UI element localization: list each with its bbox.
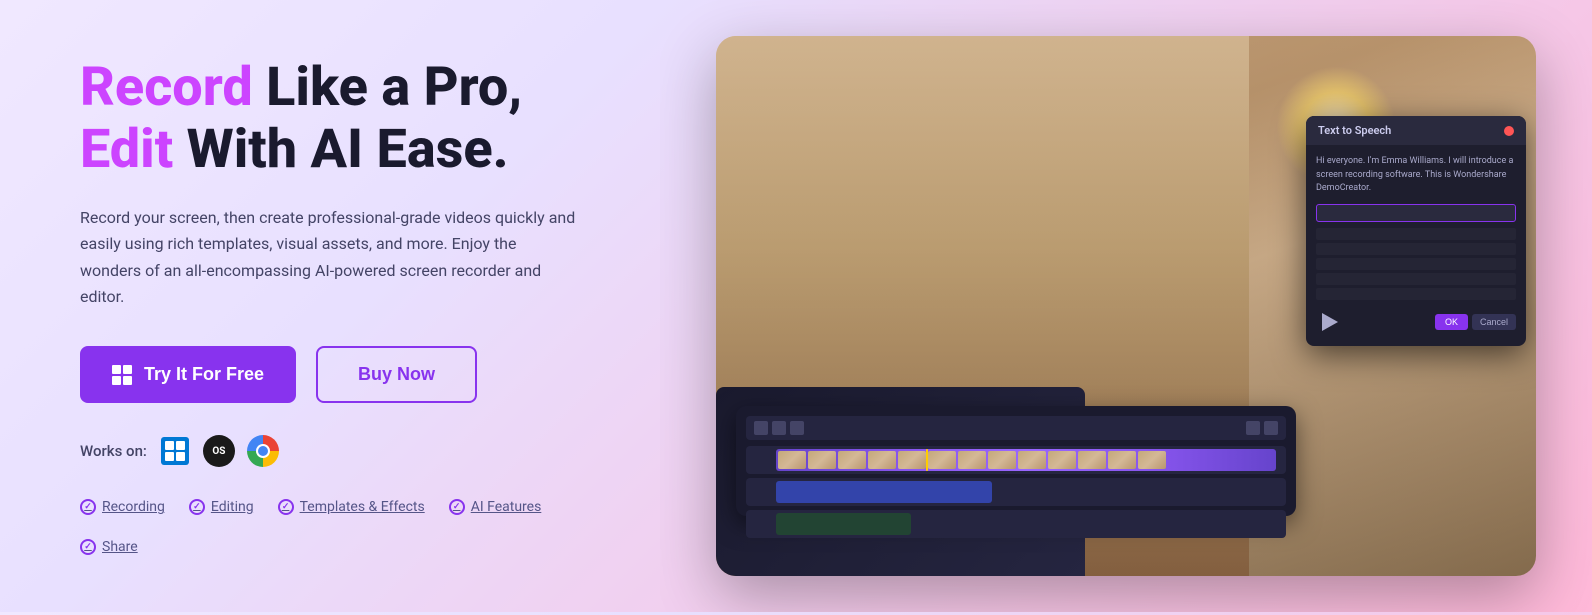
buy-now-label: Buy Now [358,364,435,384]
thumb-3 [838,451,866,469]
check-templates-icon [278,499,294,515]
chrome-os-icon [247,435,279,467]
dialog-text-content: Hi everyone. I'm Emma Williams. I will i… [1316,155,1516,196]
feature-link-editing[interactable]: Editing [189,499,254,515]
dialog-body: Hi everyone. I'm Emma Williams. I will i… [1306,145,1526,346]
try-free-label: Try It For Free [144,364,264,385]
thumb-10 [1048,451,1076,469]
timeline-toolbar [746,416,1286,440]
try-free-button[interactable]: Try It For Free [80,346,296,403]
thumb-13 [1138,451,1166,469]
thumb-6 [928,451,956,469]
headline-part1-rest: Like a Pro, [253,56,523,119]
timeline-tool-1 [754,421,768,435]
dialog-option-2 [1316,243,1516,255]
thumb-2 [808,451,836,469]
timeline-tool-2 [772,421,786,435]
timeline-audio-clip [776,481,992,503]
thumb-12 [1108,451,1136,469]
left-panel: Record Like a Pro, Edit With AI Ease. Re… [0,0,660,615]
timeline-track-3 [746,510,1286,538]
timeline-clip-video [776,449,1276,471]
thumb-4 [868,451,896,469]
feature-link-templates-label: Templates & Effects [300,499,425,515]
thumb-8 [988,451,1016,469]
check-share-icon [80,539,96,555]
timeline-track-2 [746,478,1286,506]
timeline-track-1 [746,446,1286,474]
mac-icon: OS [203,435,235,467]
win-icon [161,437,189,465]
feature-link-recording[interactable]: Recording [80,499,165,515]
windows-os-icon [159,435,191,467]
hero-image: Text to Speech Hi everyone. I'm Emma Wil… [716,36,1536,576]
works-on-section: Works on: OS [80,435,580,467]
dialog-ok-button[interactable]: OK [1435,314,1468,330]
windows-icon [112,365,132,385]
dialog-option-4 [1316,273,1516,285]
dialog-header: Text to Speech [1306,116,1526,145]
dialog-language-select[interactable] [1316,204,1516,222]
feature-link-share[interactable]: Share [80,539,138,555]
dialog-option-3 [1316,258,1516,270]
cta-buttons: Try It For Free Buy Now [80,346,580,403]
headline-part2-rest: With AI Ease. [173,118,508,181]
check-ai-icon [449,499,465,515]
description-text: Record your screen, then create professi… [80,205,580,311]
play-icon [1322,313,1338,331]
timeline-tool-3 [790,421,804,435]
thumb-5 [898,451,926,469]
feature-link-recording-label: Recording [102,499,165,515]
timeline-text-clip [776,513,911,535]
headline-accent-1: Record [80,56,253,119]
dialog-title: Text to Speech [1318,124,1391,137]
feature-link-ai-label: AI Features [471,499,542,515]
works-on-label: Works on: [80,442,147,460]
feature-links: Recording Editing Templates & Effects AI… [80,499,580,555]
chrome-icon [247,435,279,467]
dialog-cancel-button[interactable]: Cancel [1472,314,1516,330]
thumb-7 [958,451,986,469]
buy-now-button[interactable]: Buy Now [316,346,477,403]
check-editing-icon [189,499,205,515]
timeline-tool-5 [1264,421,1278,435]
timeline-thumbnails [776,449,1276,471]
headline: Record Like a Pro, Edit With AI Ease. [80,57,580,181]
feature-link-editing-label: Editing [211,499,254,515]
feature-link-ai[interactable]: AI Features [449,499,542,515]
macos-os-icon: OS [203,435,235,467]
dialog-play-button[interactable] [1316,308,1344,336]
thumb-1 [778,451,806,469]
timeline-playhead [926,449,928,471]
thumb-9 [1018,451,1046,469]
headline-accent-2: Edit [80,118,173,181]
dialog-option-5 [1316,288,1516,300]
right-panel: Text to Speech Hi everyone. I'm Emma Wil… [660,0,1592,612]
hero-background: Text to Speech Hi everyone. I'm Emma Wil… [716,36,1536,576]
dialog-option-1 [1316,228,1516,240]
dialog-action-buttons: OK Cancel [1435,314,1516,330]
feature-link-share-label: Share [102,539,138,555]
dialog-close-button[interactable] [1504,126,1514,136]
timeline-tool-4 [1246,421,1260,435]
timeline-overlay [736,406,1296,516]
tts-dialog: Text to Speech Hi everyone. I'm Emma Wil… [1306,116,1526,346]
dialog-footer: OK Cancel [1316,308,1516,336]
thumb-11 [1078,451,1106,469]
check-recording-icon [80,499,96,515]
feature-link-templates[interactable]: Templates & Effects [278,499,425,515]
